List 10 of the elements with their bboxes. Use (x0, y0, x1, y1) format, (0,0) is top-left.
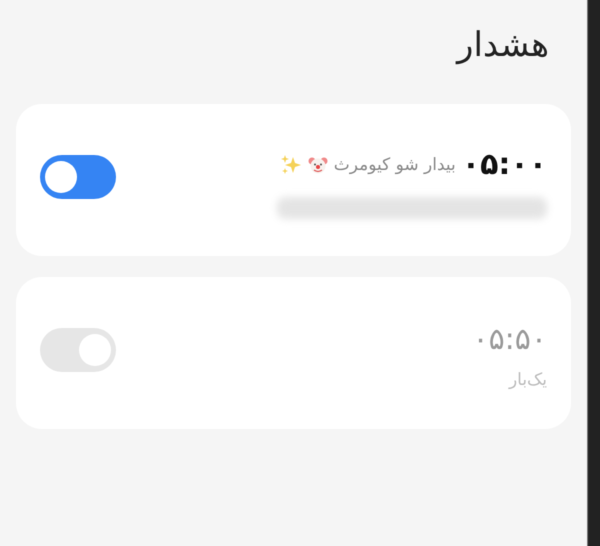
alarm-time: ۰۵:۵۰ (472, 322, 548, 358)
alarm-label: یک‌بار (508, 370, 548, 390)
toggle-switch[interactable] (40, 155, 116, 199)
page-title: هشدار (454, 24, 550, 67)
sparkles-icon (280, 154, 302, 176)
alarm-card[interactable]: ۰۵:۰۰ بیدار شو کیومرث (16, 104, 572, 256)
alarm-label: بیدار شو کیومرث (334, 155, 456, 175)
alarm-time: ۰۵:۰۰ (462, 147, 548, 183)
toggle-switch[interactable] (40, 328, 116, 372)
clown-face-icon (308, 155, 328, 175)
